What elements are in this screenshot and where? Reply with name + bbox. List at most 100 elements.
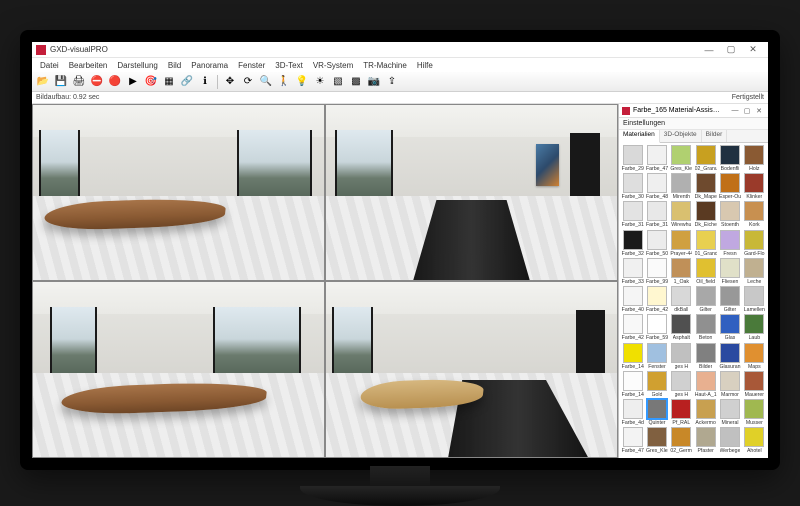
material-swatch[interactable]: Glasuran	[718, 343, 741, 370]
material-swatch[interactable]: Marmor	[718, 371, 741, 398]
share-icon[interactable]: 🔗	[179, 74, 195, 90]
info-icon[interactable]: ℹ	[197, 74, 213, 90]
save-icon[interactable]: 💾	[53, 74, 69, 90]
material-swatch[interactable]: Farbe_31	[645, 201, 668, 228]
material-swatch[interactable]: Pf_RAL	[670, 399, 693, 426]
material-swatch[interactable]: Gard-Flo	[743, 230, 766, 257]
material-swatch[interactable]: Maps	[743, 343, 766, 370]
material-swatch[interactable]: Asphalt	[670, 314, 693, 341]
menu-3d-text[interactable]: 3D-Text	[270, 60, 308, 71]
material-swatch[interactable]: ges H	[670, 371, 693, 398]
open-icon[interactable]: 📂	[35, 74, 51, 90]
material-swatch[interactable]: Farbe_32	[621, 230, 644, 257]
material-swatch[interactable]: 02_Germa	[670, 427, 693, 454]
scene-icon[interactable]: ▦	[161, 74, 177, 90]
material-swatch[interactable]: Bilder	[694, 343, 717, 370]
panel-minimize-button[interactable]: —	[729, 106, 741, 116]
material-swatch[interactable]: Farbe_42	[645, 286, 668, 313]
pan-icon[interactable]: ✥	[222, 74, 238, 90]
stop-icon[interactable]: ⛔	[89, 74, 105, 90]
material-swatch[interactable]: Gres_Kles	[645, 427, 668, 454]
material-swatch[interactable]: Mineral	[718, 399, 741, 426]
material-swatch[interactable]: Lamellen	[743, 286, 766, 313]
material-swatch[interactable]: Mirenth	[670, 173, 693, 200]
material-swatch[interactable]: Beton	[694, 314, 717, 341]
material-swatch[interactable]: Farbe_50	[645, 230, 668, 257]
material-swatch[interactable]: Farbe_30	[621, 173, 644, 200]
texture-icon[interactable]: ▩	[348, 74, 364, 90]
material-swatch[interactable]: Gres_Kles	[670, 145, 693, 172]
viewport-top-right[interactable]	[326, 105, 617, 280]
viewport-bottom-right[interactable]	[326, 282, 617, 457]
menu-panorama[interactable]: Panorama	[186, 60, 233, 71]
material-swatch[interactable]: Wirewhu	[670, 201, 693, 228]
sun-icon[interactable]: ☀	[312, 74, 328, 90]
material-swatch[interactable]: Farbe_144	[621, 371, 644, 398]
material-swatch[interactable]: Laub	[743, 314, 766, 341]
close-button[interactable]: ✕	[742, 43, 764, 57]
material-swatch[interactable]: 02_Granu	[694, 145, 717, 172]
material-swatch[interactable]: Fliesen	[718, 258, 741, 285]
material-swatch[interactable]: Glas	[718, 314, 741, 341]
menu-hilfe[interactable]: Hilfe	[412, 60, 438, 71]
camera-icon[interactable]: 📷	[366, 74, 382, 90]
material-swatch[interactable]: Ackermo	[694, 399, 717, 426]
material-swatch[interactable]: 01_Grand	[694, 230, 717, 257]
minimize-button[interactable]: —	[698, 43, 720, 57]
viewport-top-left[interactable]	[33, 105, 324, 280]
export-icon[interactable]: ⇪	[384, 74, 400, 90]
material-swatch[interactable]: Oil_field	[694, 258, 717, 285]
panel-close-button[interactable]: ✕	[753, 106, 765, 116]
material-swatch[interactable]: Holz	[743, 145, 766, 172]
menu-tr-machine[interactable]: TR-Machine	[358, 60, 412, 71]
material-swatch[interactable]: Farbe_42	[621, 314, 644, 341]
material-swatch[interactable]: Farbe_48	[645, 173, 668, 200]
panel-tab-0[interactable]: Materialien	[619, 130, 660, 143]
maximize-button[interactable]: ▢	[720, 43, 742, 57]
menu-bearbeiten[interactable]: Bearbeiten	[64, 60, 113, 71]
material-swatch[interactable]: Leche	[743, 258, 766, 285]
material-swatch[interactable]: Farbe_99	[645, 258, 668, 285]
material-swatch[interactable]: Fenster	[645, 343, 668, 370]
material-swatch[interactable]: 1_Oak	[670, 258, 693, 285]
material-swatch[interactable]: Gilter	[694, 286, 717, 313]
menu-datei[interactable]: Datei	[35, 60, 64, 71]
material-swatch[interactable]: Fresn	[718, 230, 741, 257]
walk-icon[interactable]: 🚶	[276, 74, 292, 90]
material-swatch[interactable]: ges H	[670, 343, 693, 370]
material-swatch[interactable]: Dk_Mape	[694, 173, 717, 200]
material-swatch[interactable]: Musser	[743, 399, 766, 426]
material-icon[interactable]: ▧	[330, 74, 346, 90]
rotate-icon[interactable]: ⟳	[240, 74, 256, 90]
menu-darstellung[interactable]: Darstellung	[112, 60, 162, 71]
material-swatch[interactable]: Esper-Ou	[718, 173, 741, 200]
menu-vr-system[interactable]: VR-System	[308, 60, 358, 71]
material-swatch[interactable]: Bodenfli	[718, 145, 741, 172]
material-swatch[interactable]: Farbe_339	[621, 258, 644, 285]
material-swatch[interactable]: Gilter	[718, 286, 741, 313]
material-swatch[interactable]: Quinter	[645, 399, 668, 426]
panel-tab-1[interactable]: 3D-Objekte	[660, 130, 702, 142]
material-swatch[interactable]: Gold	[645, 371, 668, 398]
material-swatch[interactable]: Stoenth	[718, 201, 741, 228]
material-swatch[interactable]: Klinker	[743, 173, 766, 200]
material-swatch[interactable]: Farbe_31	[621, 201, 644, 228]
material-swatch[interactable]: Ahotel	[743, 427, 766, 454]
light-icon[interactable]: 💡	[294, 74, 310, 90]
panel-maximize-button[interactable]: ▢	[741, 106, 753, 116]
render-icon[interactable]: 🎯	[143, 74, 159, 90]
print-icon[interactable]: 🖨	[71, 74, 87, 90]
viewport-bottom-left[interactable]	[33, 282, 324, 457]
record-icon[interactable]: 🔴	[107, 74, 123, 90]
material-swatch[interactable]: Werbege	[718, 427, 741, 454]
panel-tab-2[interactable]: Bilder	[702, 130, 728, 142]
material-swatch[interactable]: Farbe_47	[621, 427, 644, 454]
material-swatch[interactable]: Farbe_59	[645, 314, 668, 341]
zoom-icon[interactable]: 🔍	[258, 74, 274, 90]
material-swatch[interactable]: Mauerer	[743, 371, 766, 398]
material-swatch[interactable]: Dk_Eiche	[694, 201, 717, 228]
menu-fenster[interactable]: Fenster	[233, 60, 270, 71]
material-swatch[interactable]: Farbe_47	[645, 145, 668, 172]
material-swatch[interactable]: Farbe_4d	[621, 399, 644, 426]
material-swatch[interactable]: Farbe_144	[621, 343, 644, 370]
